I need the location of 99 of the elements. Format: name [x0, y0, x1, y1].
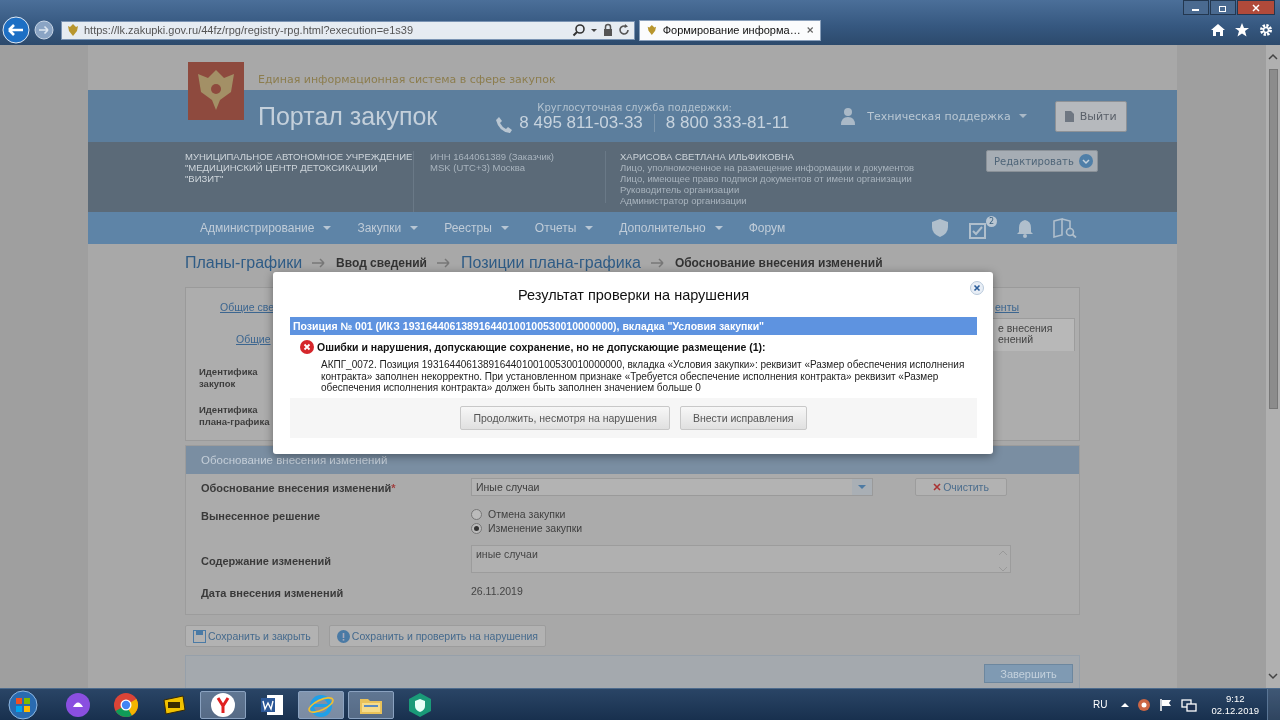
arrow-icon [312, 258, 327, 268]
menu-item[interactable]: Администрирование [200, 221, 332, 235]
tab-link[interactable]: енты [995, 301, 1079, 313]
internet-explorer-button[interactable] [298, 690, 344, 719]
radio-button[interactable] [471, 522, 482, 534]
network-icon[interactable] [1181, 697, 1198, 712]
field-label: Идентифика плана-графика [199, 404, 270, 428]
breadcrumb: Обоснование внесения изменений [674, 257, 883, 269]
menu-item[interactable]: Дополнительно [619, 221, 723, 235]
section-title: Обоснование внесения изменений [201, 454, 388, 466]
emblem-icon [646, 23, 658, 37]
system-name: Единая информационная система в сфере закупок [258, 73, 556, 86]
assistant-icon[interactable] [65, 691, 91, 718]
field-label: Идентифика закупок [199, 366, 258, 390]
save-close-button[interactable]: Сохранить и закрыть [185, 625, 319, 647]
phone-number: 8 800 333-81-11 [665, 112, 790, 133]
caret-icon [1018, 113, 1027, 119]
field-label: Вынесенное решение [201, 509, 322, 522]
user-role: Лицо, уполномоченное на размещение информации и документов [620, 162, 916, 173]
chevron-icon[interactable] [1078, 154, 1093, 168]
flag-icon[interactable] [1159, 697, 1174, 712]
support-label: Круглосуточная служба поддержки: [537, 101, 733, 113]
emblem-icon [66, 23, 80, 37]
arrow-icon [650, 258, 665, 268]
error-message: АКПГ_0072. Позиция 193164406138916440100100530010000000, вкладка «Условия закупки»: реквизит «Размер обеспечения исполнения контракта» заполнен некорректно. При установленном признаке «Требуется обеспечение исполнения контракта» реквизит «Размер обеспечения исполнения контракта» должен быть заполнен значением больше 0 [321, 359, 966, 394]
clear-button[interactable]: Очистить [915, 478, 1007, 496]
menu-item[interactable]: Отчеты [534, 221, 594, 235]
menu-item[interactable]: Реестры [444, 221, 509, 235]
close-icon[interactable] [805, 25, 814, 35]
shield-icon[interactable] [407, 691, 433, 718]
antivirus-icon[interactable] [1137, 697, 1152, 712]
radio-option[interactable]: Отмена закупки [471, 508, 1079, 520]
restore-button[interactable] [1210, 0, 1236, 15]
dialog-button[interactable]: Продолжить, несмотря на нарушения [460, 405, 670, 430]
yandex-browser-button[interactable] [200, 690, 246, 719]
scrollbar[interactable] [1266, 45, 1280, 688]
error-icon [300, 340, 314, 354]
forward-button[interactable] [34, 20, 54, 40]
dialog-title: Результат проверки на нарушения [517, 287, 750, 303]
radio-button[interactable] [471, 508, 482, 520]
browser-icon[interactable] [210, 691, 236, 718]
notification-badge: 2 [985, 216, 997, 227]
close-icon[interactable] [933, 483, 942, 491]
scroll-down-icon[interactable] [1268, 672, 1278, 680]
user-role: Руководитель организации [620, 184, 741, 195]
field-label: Обоснование внесения изменений* [201, 481, 397, 494]
finish-button[interactable]: Завершить [984, 664, 1073, 683]
refresh-icon[interactable] [618, 23, 630, 37]
user-role: Администратор организации [620, 195, 748, 206]
file-explorer-button[interactable] [348, 690, 394, 719]
text-area[interactable]: иные случаи [471, 545, 1011, 573]
radio-option[interactable]: Изменение закупки [471, 522, 1079, 534]
search-icon[interactable] [572, 23, 586, 37]
close-button[interactable] [1237, 0, 1275, 15]
chrome-icon[interactable] [113, 691, 139, 718]
caret-icon[interactable] [1121, 700, 1130, 709]
position-header: Позиция № 001 (ИКЗ 193164406138916440100100530010000000), вкладка "Условия закупки" [290, 317, 977, 335]
user-role: Лицо, имеющее право подписи документов от имени организации [620, 173, 913, 184]
logout-button[interactable]: Выйти [1054, 100, 1127, 132]
back-button[interactable] [2, 16, 30, 44]
restore-icon[interactable] [1218, 3, 1228, 12]
breadcrumb: Ввод сведений [336, 257, 427, 269]
menu-item[interactable]: Форум [748, 221, 786, 235]
settings-icon[interactable] [1258, 22, 1274, 38]
edit-button[interactable]: Редактировать [986, 150, 1098, 172]
dialog-button[interactable]: Внести исправления [679, 405, 807, 430]
user-name: ХАРИСОВА СВЕТЛАНА ИЛЬФИКОВНА [620, 151, 796, 162]
lock-icon[interactable] [602, 23, 614, 37]
minimize-button[interactable] [1183, 0, 1209, 15]
clock[interactable]: 9:12 02.12.2019 [1211, 692, 1259, 717]
breadcrumb[interactable]: Планы-графики [185, 255, 303, 271]
language-indicator[interactable]: RU [1093, 699, 1108, 710]
scroll-up-icon[interactable] [1268, 53, 1278, 61]
error-heading: Ошибки и нарушения, допускающие сохранение, но не допускающие размещение (1): [317, 341, 766, 353]
field-label: Дата внесения изменений [201, 586, 345, 599]
portal-title[interactable]: Портал закупок [258, 101, 438, 131]
star-icon[interactable] [1234, 22, 1250, 38]
address-field[interactable]: https://lk.zakupki.gov.ru/44fz/rpg/registry-rpg.html?execution=e1s39 [61, 20, 635, 40]
start-button[interactable] [6, 688, 40, 720]
breadcrumb[interactable]: Позиции плана-графика [460, 255, 641, 271]
home-icon[interactable] [1210, 22, 1226, 38]
arrow-icon [436, 258, 451, 268]
tab-link[interactable]: Общие [236, 333, 274, 345]
save-check-button[interactable]: Сохранить и проверить на нарушения [328, 625, 547, 647]
tab-link[interactable]: Общие све [220, 301, 274, 313]
organization-name: "ВИЗИТ" [185, 173, 225, 184]
close-icon[interactable] [970, 281, 984, 295]
browser-tab[interactable]: Формирование информа… [639, 19, 821, 41]
active-tab[interactable]: е внесения енений [991, 318, 1075, 351]
support-menu[interactable]: Техническая поддержка [839, 106, 1027, 126]
timezone-text: MSK (UTC+3) Москва [430, 162, 526, 173]
organization-name: "МЕДИЦИНСКИЙ ЦЕНТР ДЕТОКСИКАЦИИ [185, 162, 379, 173]
phone-number: 8 495 811-03-33 [519, 112, 643, 133]
field-label: Содержание изменений [201, 554, 332, 567]
organization-name: МУНИЦИПАЛЬНОЕ АВТОНОМНОЕ УЧРЕЖДЕНИЕ [185, 151, 413, 162]
phone-icon [495, 116, 514, 134]
inn-text: ИНН 1644061389 (Заказчик) [430, 151, 555, 162]
date-value: 26.11.2019 [471, 585, 524, 597]
menu-item[interactable]: Закупки [357, 221, 419, 235]
